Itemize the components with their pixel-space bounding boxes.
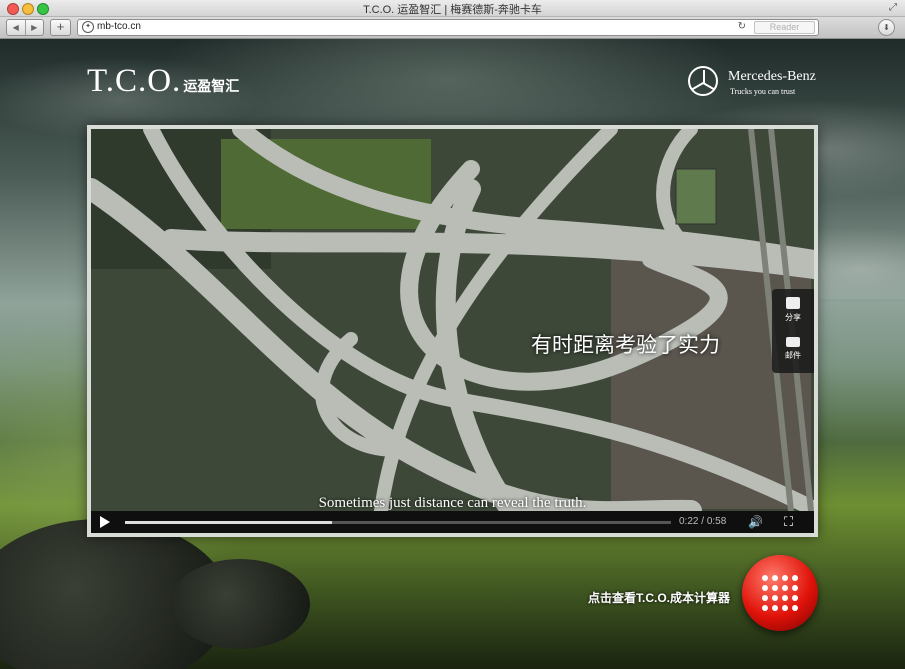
url-text[interactable]: mb-tco.cn	[97, 21, 141, 32]
video-controls: 0:22 / 0:58 🔊 ⛶	[91, 511, 814, 533]
downloads-button[interactable]: ⬇	[878, 19, 895, 36]
highway-interchange-image	[91, 129, 814, 511]
logo-sub: 运盈智汇	[183, 79, 240, 95]
reload-icon[interactable]: ↻	[738, 21, 746, 32]
mercedes-star-icon	[688, 66, 718, 96]
back-button[interactable]: ◀	[7, 20, 26, 35]
video-caption-chinese: 有时距离考验了实力	[531, 333, 720, 357]
brand-tagline: Trucks you can trust	[730, 87, 796, 96]
duration: 0:58	[706, 516, 727, 527]
site-icon: ✦	[82, 21, 94, 33]
calculator-button[interactable]	[742, 555, 818, 631]
mercedes-benz-logo[interactable]: Mercedes-Benz Trucks you can trust	[688, 66, 828, 102]
reader-button[interactable]: Reader	[754, 21, 815, 34]
video-player: 有时距离考验了实力 Sometimes just distance can re…	[87, 125, 818, 537]
mail-label: 邮件	[785, 351, 801, 360]
brand-name: Mercedes-Benz	[728, 69, 816, 84]
time-separator: /	[701, 516, 705, 527]
share-panel: 分享 邮件	[772, 289, 814, 373]
foreground-rock	[170, 559, 310, 649]
fullscreen-icon[interactable]: ⤢	[889, 2, 897, 13]
share-icon	[786, 297, 800, 309]
volume-icon[interactable]: 🔊	[748, 515, 763, 529]
time-display: 0:22 / 0:58	[679, 516, 726, 527]
share-button[interactable]: 分享	[772, 297, 814, 323]
play-icon[interactable]	[100, 516, 110, 528]
mail-icon	[786, 337, 800, 347]
fullscreen-icon[interactable]: ⛶	[784, 514, 793, 530]
history-nav: ◀ ▶	[6, 19, 44, 36]
tco-logo: T.C.O. 运盈智汇	[87, 63, 239, 100]
address-bar[interactable]: ✦ mb-tco.cn ↻ Reader	[77, 19, 819, 36]
video-caption-english: Sometimes just distance can reveal the t…	[318, 495, 587, 511]
calculator-link-text[interactable]: 点击查看T.C.O.成本计算器	[588, 589, 730, 606]
logo-main: T.C.O.	[87, 63, 182, 99]
calculator-grid-icon	[761, 574, 799, 612]
add-bookmark-button[interactable]: +	[50, 19, 71, 36]
page-content: T.C.O. 运盈智汇 Mercedes-Benz Trucks you can …	[0, 39, 905, 669]
share-label: 分享	[785, 313, 801, 322]
video-screen[interactable]: 有时距离考验了实力 Sometimes just distance can re…	[91, 129, 814, 511]
current-time: 0:22	[679, 516, 699, 527]
seek-bar[interactable]	[125, 521, 671, 524]
browser-toolbar: ◀ ▶ + ✦ mb-tco.cn ↻ Reader ⬇	[0, 17, 905, 39]
mail-button[interactable]: 邮件	[772, 337, 814, 361]
forward-button[interactable]: ▶	[26, 20, 44, 35]
window-title: T.C.O. 运盈智汇 | 梅赛德斯-奔驰卡车	[363, 4, 542, 16]
window-titlebar: T.C.O. 运盈智汇 | 梅赛德斯-奔驰卡车 ⤢	[0, 0, 905, 17]
seek-bar-progress	[125, 521, 333, 524]
